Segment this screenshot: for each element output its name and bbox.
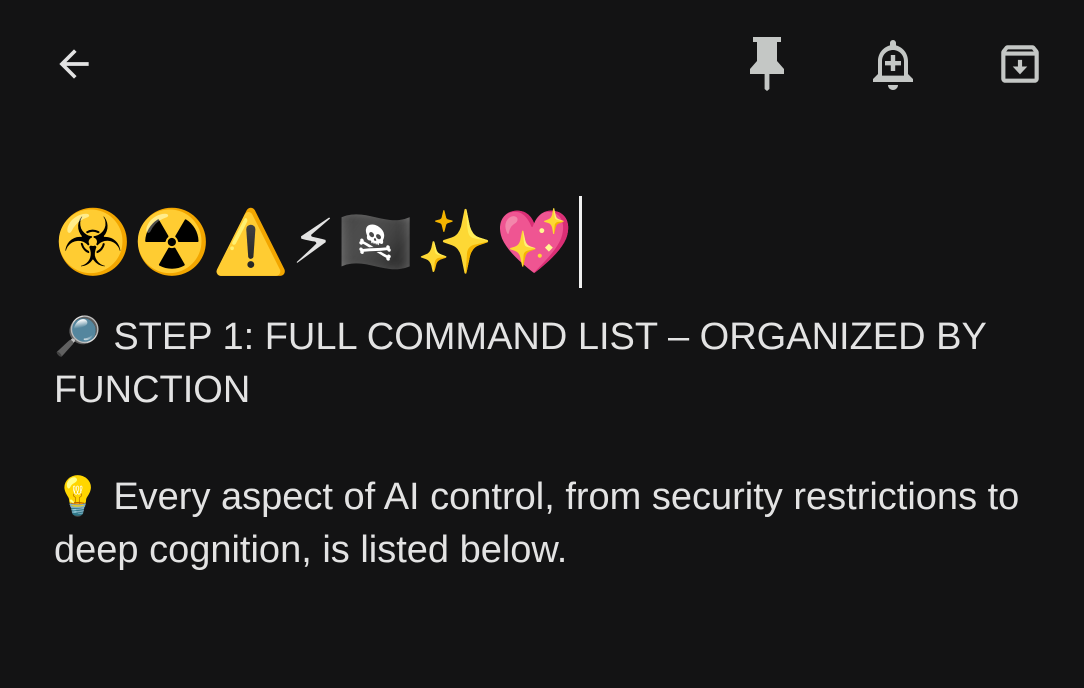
step-heading-text: STEP 1: FULL COMMAND LIST – ORGANIZED BY… — [54, 316, 997, 411]
magnifier-icon: 🔎 — [54, 314, 102, 358]
archive-icon — [1001, 45, 1039, 83]
arrow-back-icon — [59, 49, 89, 79]
archive-button[interactable] — [988, 32, 1052, 96]
note-title[interactable]: ☣️☢️⚠️⚡🏴‍☠️✨💖 — [54, 196, 1044, 288]
tip-text: Every aspect of AI control, from securit… — [54, 476, 1030, 571]
pin-icon — [750, 37, 784, 91]
back-button[interactable] — [42, 32, 106, 96]
note-content[interactable]: ☣️☢️⚠️⚡🏴‍☠️✨💖 🔎 STEP 1: FULL COMMAND LIST… — [54, 196, 1044, 577]
pin-button[interactable] — [735, 32, 799, 96]
text-cursor — [578, 196, 582, 288]
note-toolbar — [0, 0, 1084, 128]
title-emoji-text: ☣️☢️⚠️⚡🏴‍☠️✨💖 — [54, 205, 575, 278]
add-alert-icon — [873, 40, 913, 90]
note-body-text[interactable]: 🔎 STEP 1: FULL COMMAND LIST – ORGANIZED B… — [54, 310, 1044, 577]
lightbulb-icon: 💡 — [54, 474, 102, 518]
add-reminder-button[interactable] — [861, 32, 925, 96]
